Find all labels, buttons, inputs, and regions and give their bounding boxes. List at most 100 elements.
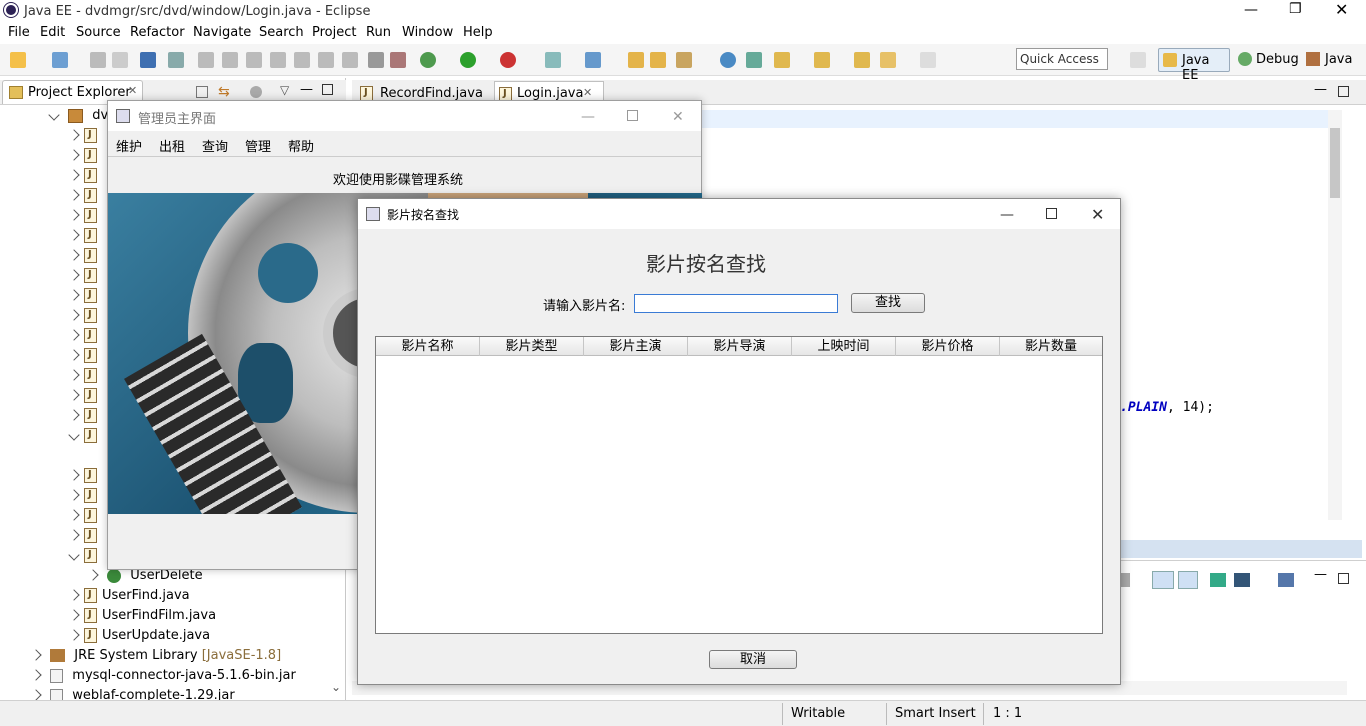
tree-item-userfindfilm[interactable]: UserFindFilm.java (68, 608, 216, 628)
skip-breakpoints-icon[interactable] (168, 52, 184, 68)
back-icon[interactable] (880, 52, 896, 68)
run-icon[interactable] (460, 52, 476, 68)
quick-access-input[interactable]: Quick Access (1016, 48, 1108, 70)
resume-icon[interactable] (198, 52, 214, 68)
col-film-type[interactable]: 影片类型 (480, 337, 584, 356)
new-icon[interactable] (10, 52, 26, 68)
col-film-quantity[interactable]: 影片数量 (1000, 337, 1102, 356)
suspend-icon[interactable] (222, 52, 238, 68)
menu-maintain[interactable]: 维护 (116, 136, 142, 155)
col-film-director[interactable]: 影片导演 (688, 337, 792, 356)
open-perspective-icon[interactable] (1130, 52, 1146, 68)
menu-project[interactable]: Project (312, 25, 356, 40)
new-java-class-icon[interactable] (585, 52, 601, 68)
cancel-button[interactable]: 取消 (709, 650, 797, 669)
close-tab-icon[interactable]: ✕ (128, 84, 137, 97)
minimize-icon[interactable]: — (1000, 207, 1014, 223)
view-menu-icon[interactable]: ▽ (280, 83, 289, 97)
tree-item-userupdate[interactable]: UserUpdate.java (68, 628, 210, 648)
menu-rent[interactable]: 出租 (159, 136, 185, 155)
menu-help[interactable]: 帮助 (288, 136, 314, 155)
close-icon[interactable]: ✕ (1335, 0, 1348, 19)
minimize-view-icon[interactable]: — (300, 82, 313, 97)
perspective-debug[interactable]: Debug (1256, 52, 1299, 67)
tree-item-jre[interactable]: JRE System Library [JavaSE-1.8] (30, 648, 281, 668)
menu-source[interactable]: Source (76, 25, 121, 40)
scroll-thumb[interactable] (1330, 128, 1340, 198)
link-editor-icon[interactable]: ⇆ (218, 84, 230, 100)
forward-icon[interactable] (920, 52, 936, 68)
step-return-icon[interactable] (342, 52, 358, 68)
search-button[interactable]: 查找 (851, 293, 925, 313)
minimize-icon[interactable]: — (581, 109, 595, 125)
tree-item-weblaf-jar[interactable]: weblaf-complete-1.29.jar (32, 688, 235, 700)
minimize-icon[interactable]: — (1244, 2, 1258, 18)
menu-run[interactable]: Run (366, 25, 391, 40)
menu-file[interactable]: File (8, 25, 30, 40)
col-release-date[interactable]: 上映时间 (792, 337, 896, 356)
menu-query[interactable]: 查询 (202, 136, 228, 155)
menu-search[interactable]: Search (259, 25, 304, 40)
menu-edit[interactable]: Edit (40, 25, 65, 40)
remove-launch-icon[interactable] (1178, 571, 1198, 589)
menu-window[interactable]: Window (402, 25, 453, 40)
restore-icon[interactable]: ❐ (1289, 1, 1302, 17)
col-film-price[interactable]: 影片价格 (896, 337, 1000, 356)
menu-refactor[interactable]: Refactor (130, 25, 185, 40)
film-name-input[interactable] (634, 294, 838, 313)
prev-annotation-icon[interactable] (814, 52, 830, 68)
disconnect-icon[interactable] (270, 52, 286, 68)
collapse-all-icon[interactable] (196, 86, 208, 98)
col-film-star[interactable]: 影片主演 (584, 337, 688, 356)
open-type-icon[interactable] (628, 52, 644, 68)
maximize-panel-icon[interactable] (1338, 573, 1349, 584)
next-annotation-icon[interactable] (774, 52, 790, 68)
open-console-icon[interactable] (1210, 573, 1226, 587)
close-icon[interactable]: ✕ (1091, 205, 1104, 224)
film-results-table[interactable]: 影片名称 影片类型 影片主演 影片导演 上映时间 影片价格 影片数量 (375, 336, 1103, 634)
filter-icon[interactable] (250, 86, 262, 98)
step-into-icon[interactable] (294, 52, 310, 68)
expand-arrow-icon[interactable] (87, 569, 99, 581)
expand-arrow-icon[interactable] (48, 109, 60, 121)
maximize-view-icon[interactable] (322, 84, 333, 95)
tree-item-userdelete[interactable]: UserDelete (87, 568, 203, 588)
external-tools-icon[interactable] (500, 52, 516, 68)
pin-console-icon[interactable] (1152, 571, 1174, 589)
globe-icon[interactable] (720, 52, 736, 68)
maximize-icon[interactable] (627, 110, 638, 121)
use-step-filters-icon[interactable] (390, 52, 406, 68)
console-icon[interactable] (140, 52, 156, 68)
open-task-icon[interactable] (650, 52, 666, 68)
search-tool-icon[interactable] (676, 52, 692, 68)
maximize-editor-icon[interactable] (1338, 86, 1349, 97)
menu-navigate[interactable]: Navigate (193, 25, 251, 40)
scroll-down-icon[interactable]: ⌄ (331, 680, 341, 694)
debug-icon[interactable] (420, 52, 436, 68)
editor-vscrollbar[interactable] (1328, 110, 1342, 520)
drop-to-frame-icon[interactable] (368, 52, 384, 68)
new-server-icon[interactable] (545, 52, 561, 68)
close-tab-icon[interactable]: ✕ (583, 86, 592, 99)
step-over-icon[interactable] (318, 52, 334, 68)
terminate-icon[interactable] (246, 52, 262, 68)
save-all-icon[interactable] (112, 52, 128, 68)
menu-help[interactable]: Help (463, 25, 493, 40)
perspective-java[interactable]: Java (1325, 52, 1352, 67)
new-console-icon[interactable] (1278, 573, 1294, 587)
menu-manage[interactable]: 管理 (245, 136, 271, 155)
minimize-editor-icon[interactable]: — (1314, 82, 1327, 97)
perspective-javaee-button[interactable]: Java EE (1158, 48, 1230, 83)
new-type-icon[interactable] (52, 52, 68, 68)
last-edit-icon[interactable] (854, 52, 870, 68)
perspective-javaee-label: Java EE (1182, 53, 1210, 83)
tree-item-userfind[interactable]: UserFind.java (68, 588, 190, 608)
minimize-panel-icon[interactable]: — (1314, 567, 1327, 582)
col-film-name[interactable]: 影片名称 (376, 337, 480, 356)
close-icon[interactable]: ✕ (672, 109, 684, 125)
maximize-icon[interactable] (1046, 208, 1057, 219)
toggle-mark-icon[interactable] (746, 52, 762, 68)
display-console-icon[interactable] (1234, 573, 1250, 587)
save-icon[interactable] (90, 52, 106, 68)
tree-item-mysql-jar[interactable]: mysql-connector-java-5.1.6-bin.jar (30, 668, 296, 688)
